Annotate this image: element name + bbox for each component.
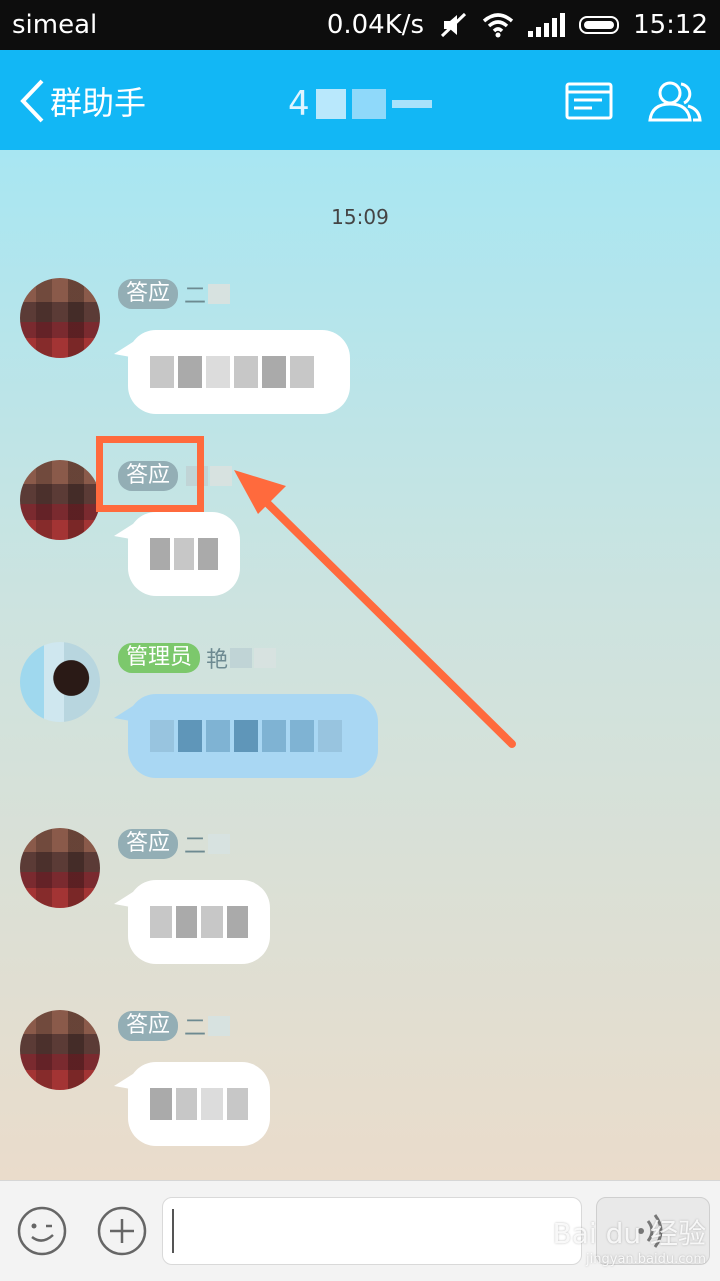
title-bar: 群助手 4 xyxy=(0,50,720,150)
member-title-badge: 答应 xyxy=(118,829,179,859)
group-title-prefix: 4 xyxy=(288,84,310,124)
carrier-name: simeal xyxy=(12,10,98,40)
message-input[interactable] xyxy=(162,1197,582,1265)
sender-name: 答应 二 xyxy=(118,1010,231,1042)
message-bubble[interactable] xyxy=(114,512,240,596)
nickname-char: 二 xyxy=(184,834,207,859)
annotation-highlight-box xyxy=(96,436,204,512)
text-cursor xyxy=(172,1209,174,1253)
avatar[interactable] xyxy=(20,460,100,540)
sender-name: 答应 二 xyxy=(118,278,231,310)
mute-icon xyxy=(441,12,467,38)
network-speed: 0.04K/s xyxy=(326,10,425,40)
member-title-badge: 答应 xyxy=(118,279,179,309)
group-title: 4 xyxy=(288,84,432,124)
avatar[interactable] xyxy=(20,828,100,908)
signal-icon xyxy=(528,13,566,37)
status-right: 0.04K/s 15:12 xyxy=(327,10,708,40)
message-item: 答应 二 xyxy=(20,1010,700,1180)
group-info-icon[interactable] xyxy=(564,76,614,126)
back-label: 群助手 xyxy=(50,84,147,122)
plus-icon[interactable] xyxy=(96,1205,148,1257)
message-bubble[interactable] xyxy=(114,330,350,414)
baidu-watermark: Bai du 经验 jingyan.baidu.com xyxy=(553,1212,706,1267)
status-bar: simeal 0.04K/s 15:12 xyxy=(0,0,720,50)
group-members-icon[interactable] xyxy=(646,76,704,126)
avatar[interactable] xyxy=(20,278,100,358)
emoji-icon[interactable] xyxy=(16,1205,68,1257)
watermark-url: jingyan.baidu.com xyxy=(586,1252,706,1267)
admin-badge: 管理员 xyxy=(118,643,201,673)
message-item: 答应 二 xyxy=(20,278,700,448)
message-bubble[interactable] xyxy=(114,1062,270,1146)
member-title-badge: 答应 xyxy=(118,1011,179,1041)
message-bubble[interactable] xyxy=(114,694,378,778)
chevron-left-icon xyxy=(20,79,44,123)
chat-area[interactable]: 15:09 答应 二 答应 管理员 艳 答应 二 答应 二 xyxy=(0,150,720,1180)
watermark-brand: Bai du 经验 xyxy=(552,1217,706,1250)
avatar[interactable] xyxy=(20,1010,100,1090)
sender-name: 管理员 艳 xyxy=(118,642,277,674)
nickname-char: 二 xyxy=(184,1016,207,1041)
avatar[interactable] xyxy=(20,642,100,722)
battery-icon xyxy=(579,16,620,34)
wifi-icon xyxy=(482,13,514,38)
nickname-char: 二 xyxy=(184,284,207,309)
message-item: 管理员 艳 xyxy=(20,642,700,812)
sender-name: 答应 二 xyxy=(118,828,231,860)
message-item: 答应 二 xyxy=(20,828,700,998)
nickname-char: 艳 xyxy=(206,648,229,673)
clock: 15:12 xyxy=(633,10,708,40)
back-button[interactable]: 群助手 xyxy=(18,78,146,124)
chat-timestamp: 15:09 xyxy=(331,205,389,229)
message-bubble[interactable] xyxy=(114,880,270,964)
